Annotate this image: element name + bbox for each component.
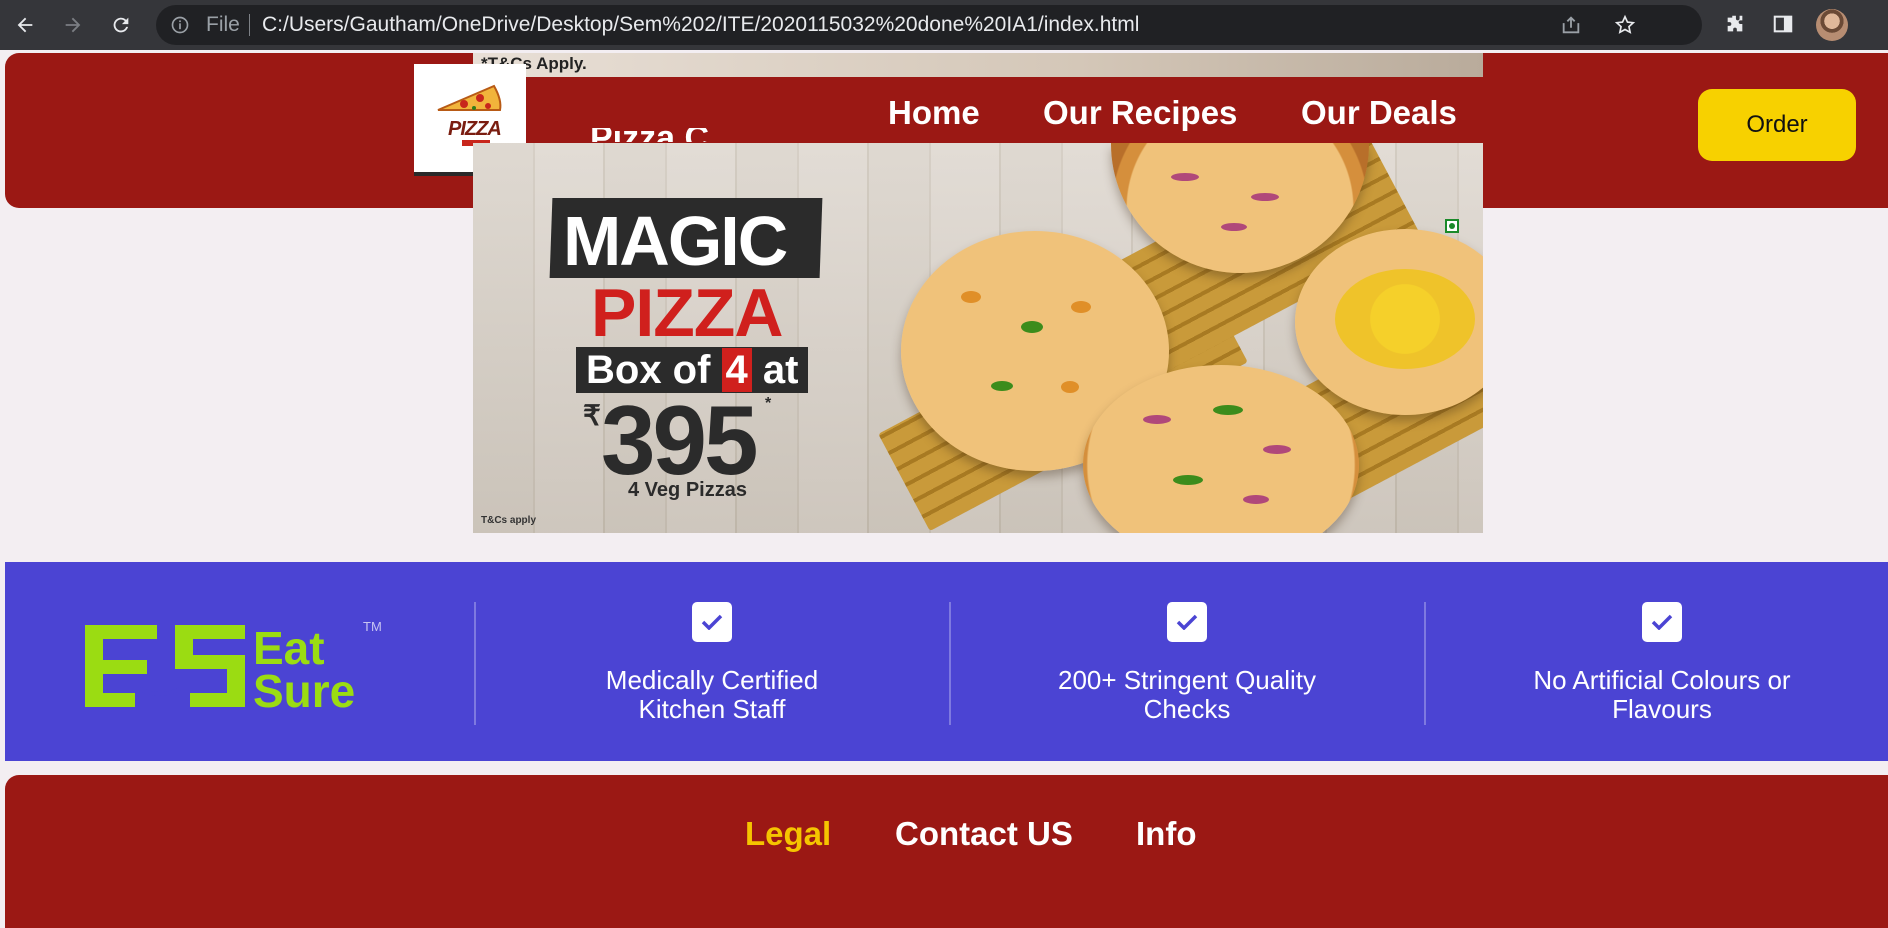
eatsure-logo: Eat Sure TM [85, 619, 382, 717]
reload-icon [113, 17, 129, 33]
browser-toolbar: File C:/Users/Gautham/OneDrive/Desktop/S… [0, 0, 1888, 50]
banner-tnc: T&Cs apply [481, 515, 537, 526]
arrow-right-icon [65, 17, 81, 33]
eatsure-trademark: TM [363, 619, 382, 634]
feature-divider [1424, 602, 1426, 725]
offer-suffix: at [751, 348, 799, 392]
site-footer: Legal Contact US Info [5, 775, 1888, 928]
features-band: Eat Sure TM Medically Certified Kitchen … [5, 562, 1888, 761]
arrow-left-icon [17, 17, 33, 33]
footer-link-info[interactable]: Info [1136, 815, 1196, 853]
forward-button[interactable] [58, 10, 88, 40]
check-icon [1167, 602, 1207, 642]
feature-line: No Artificial Colours or [1533, 665, 1791, 695]
logo-text: PIZZA [448, 118, 502, 140]
back-button[interactable] [10, 10, 40, 40]
currency-symbol: ₹ [583, 400, 601, 431]
profile-avatar[interactable] [1816, 9, 1848, 41]
feature-medically-certified: Medically Certified Kitchen Staff [542, 666, 882, 724]
feature-quality-checks: 200+ Stringent Quality Checks [1017, 666, 1357, 724]
info-icon[interactable] [170, 15, 190, 35]
reload-button[interactable] [106, 10, 136, 40]
hero-headline: MAGIC [563, 202, 788, 280]
feature-divider [474, 602, 476, 725]
promo-strip: *T&Cs Apply. [473, 53, 1483, 77]
address-bar[interactable]: File C:/Users/Gautham/OneDrive/Desktop/S… [156, 5, 1702, 45]
footer-link-legal[interactable]: Legal [745, 815, 831, 853]
file-label: File [206, 13, 240, 36]
feature-line: Checks [1143, 694, 1231, 724]
puzzle-icon[interactable] [1724, 13, 1748, 37]
share-icon[interactable] [1560, 14, 1582, 36]
feature-divider [949, 602, 951, 725]
nav-our-recipes[interactable]: Our Recipes [1043, 94, 1237, 132]
address-separator [249, 14, 250, 36]
feature-line: Medically Certified [605, 665, 819, 695]
veg-mark-icon [1445, 219, 1459, 233]
feature-line: Flavours [1612, 694, 1712, 724]
order-button[interactable]: Order [1698, 89, 1856, 161]
veg-note: 4 Veg Pizzas [628, 479, 747, 501]
check-icon [692, 602, 732, 642]
hero-subhead: PIZZA [591, 275, 783, 351]
brand-name-peek: Pizza C [590, 128, 709, 142]
footer-link-contact[interactable]: Contact US [895, 815, 1073, 853]
nav-home[interactable]: Home [888, 94, 980, 132]
feature-no-artificial: No Artificial Colours or Flavours [1492, 666, 1832, 724]
star-icon[interactable] [1614, 14, 1636, 36]
side-panel-icon[interactable] [1772, 13, 1796, 37]
price-asterisk: * [765, 395, 772, 412]
feature-line: 200+ Stringent Quality [1058, 665, 1316, 695]
feature-line: Kitchen Staff [638, 694, 786, 724]
eatsure-wordmark-sure: Sure [253, 665, 355, 717]
check-icon [1642, 602, 1682, 642]
url-text[interactable]: C:/Users/Gautham/OneDrive/Desktop/Sem%20… [262, 14, 1139, 35]
nav-our-deals[interactable]: Our Deals [1301, 94, 1457, 132]
hero-banner[interactable]: MAGIC PIZZA Box of 4 at ₹ 395 * 4 Veg Pi… [473, 143, 1483, 533]
